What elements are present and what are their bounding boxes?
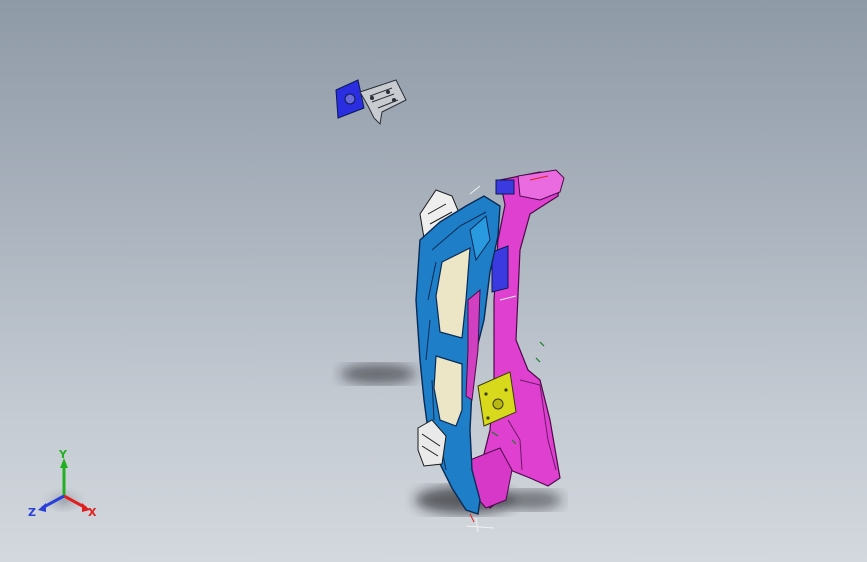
z-axis-arrow bbox=[38, 503, 46, 512]
z-axis-label: Z bbox=[28, 506, 36, 519]
blue-plate-upper bbox=[495, 179, 515, 195]
orientation-triad[interactable]: Y X Z bbox=[24, 446, 108, 526]
x-axis-label: X bbox=[88, 506, 97, 519]
main-frame-assembly[interactable] bbox=[0, 0, 867, 562]
magenta-inner-strip bbox=[465, 288, 481, 401]
y-axis-label: Y bbox=[58, 448, 68, 461]
3d-viewport[interactable]: Y X Z bbox=[0, 0, 867, 562]
